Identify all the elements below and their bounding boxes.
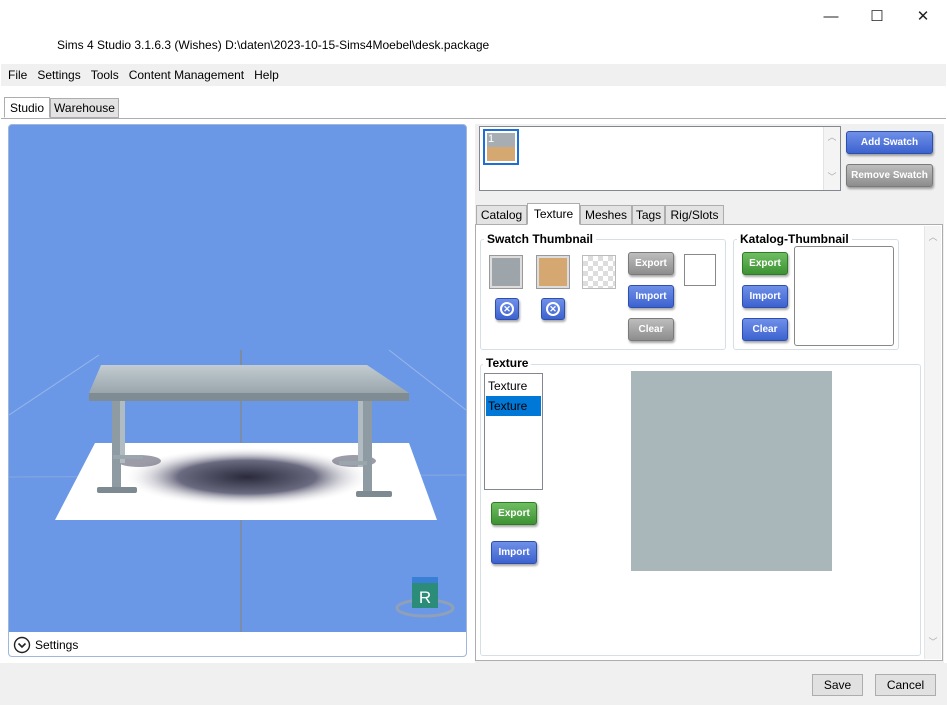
clear-circle-icon: ✕: [500, 302, 514, 316]
swatch-thumbnail-title: Swatch Thumbnail: [484, 232, 597, 246]
katalog-thumbnail-import-button[interactable]: Import: [742, 285, 788, 308]
close-button[interactable]: ✕: [900, 4, 946, 28]
save-button[interactable]: Save: [812, 674, 863, 696]
swatch-thumbnail-export-button[interactable]: Export: [628, 252, 674, 275]
tab-tags[interactable]: Tags: [632, 205, 665, 225]
texture-list[interactable]: Texture Texture: [484, 373, 543, 490]
texture-list-item-selected[interactable]: Texture: [486, 396, 541, 416]
tab-catalog[interactable]: Catalog: [476, 205, 527, 225]
maximize-button[interactable]: ☐: [854, 4, 900, 28]
swatch-list[interactable]: 1 ︿ ﹀: [479, 126, 841, 191]
menu-tools[interactable]: Tools: [91, 68, 119, 82]
menu-bar: File Settings Tools Content Management H…: [1, 64, 946, 86]
tab-texture-label: Texture: [533, 207, 574, 221]
tab-rig-slots-label: Rig/Slots: [670, 208, 719, 222]
3d-viewport[interactable]: R Settings: [8, 124, 467, 657]
scroll-down-icon[interactable]: ﹀: [925, 635, 941, 648]
swatch-item[interactable]: 1: [483, 129, 519, 165]
texture-title: Texture: [483, 356, 532, 370]
swatch-color-bottom: [487, 147, 515, 161]
title-bar: Sims 4 Studio 3.1.6.3 (Wishes) D:\daten\…: [0, 0, 947, 62]
swatch-thumbnail-clear-button[interactable]: Clear: [628, 318, 674, 341]
add-swatch-button[interactable]: Add Swatch: [846, 131, 933, 154]
close-icon: ✕: [916, 8, 930, 25]
menu-file[interactable]: File: [8, 68, 27, 82]
chevron-down-circle-icon: [13, 636, 31, 653]
texture-import-button[interactable]: Import: [491, 541, 537, 564]
katalog-thumbnail-title: Katalog-Thumbnail: [737, 232, 852, 246]
clear-circle-icon: ✕: [546, 302, 560, 316]
texture-preview: [631, 371, 832, 571]
tab-content-scrollbar[interactable]: ︿ ﹀: [924, 226, 941, 659]
tab-warehouse[interactable]: Warehouse: [50, 98, 119, 118]
viewport-settings-label: Settings: [35, 637, 79, 652]
minimize-button[interactable]: —: [808, 4, 854, 28]
menu-help[interactable]: Help: [254, 68, 279, 82]
viewport-settings-toggle[interactable]: Settings: [9, 632, 466, 656]
scroll-up-icon[interactable]: ︿: [824, 130, 840, 143]
remove-swatch-button[interactable]: Remove Swatch: [846, 164, 933, 187]
tab-studio-label: Studio: [9, 100, 45, 115]
swatch-thumbnail-color-grey[interactable]: [489, 255, 523, 289]
cancel-button[interactable]: Cancel: [875, 674, 936, 696]
texture-tab-content: ︿ ﹀ Swatch Thumbnail ✕ ✕ Export Import C…: [475, 224, 943, 661]
menu-settings[interactable]: Settings: [37, 68, 80, 82]
swatch-list-scrollbar[interactable]: ︿ ﹀: [823, 127, 840, 190]
tab-catalog-label: Catalog: [480, 208, 523, 222]
texture-list-item[interactable]: Texture: [486, 376, 541, 396]
reset-cube-label: R: [419, 588, 431, 607]
tab-texture[interactable]: Texture: [527, 203, 580, 225]
tab-rig-slots[interactable]: Rig/Slots: [665, 205, 724, 225]
katalog-thumbnail-export-button[interactable]: Export: [742, 252, 788, 275]
clear-tan-swatch-button[interactable]: ✕: [541, 298, 565, 320]
katalog-thumbnail-clear-button[interactable]: Clear: [742, 318, 788, 341]
footer-bar: [0, 663, 947, 705]
scroll-down-icon[interactable]: ﹀: [824, 170, 840, 183]
tab-warehouse-label: Warehouse: [54, 101, 115, 115]
scroll-up-icon[interactable]: ︿: [925, 230, 941, 243]
swatch-thumbnail-transparent[interactable]: [582, 255, 616, 289]
maximize-icon: ☐: [870, 8, 884, 25]
clear-grey-swatch-button[interactable]: ✕: [495, 298, 519, 320]
swatch-item-label: 1: [488, 133, 495, 145]
swatch-thumbnail-import-button[interactable]: Import: [628, 285, 674, 308]
swatch-thumbnail-color-tan[interactable]: [536, 255, 570, 289]
tab-studio[interactable]: Studio: [4, 97, 50, 118]
window-title: Sims 4 Studio 3.1.6.3 (Wishes) D:\daten\…: [57, 38, 490, 52]
menu-content-management[interactable]: Content Management: [129, 68, 244, 82]
tab-meshes[interactable]: Meshes: [580, 205, 632, 225]
minimize-icon: —: [823, 7, 839, 25]
tab-meshes-label: Meshes: [584, 208, 628, 222]
desk-3d-scene[interactable]: R: [9, 125, 466, 632]
texture-export-button[interactable]: Export: [491, 502, 537, 525]
tab-tags-label: Tags: [635, 208, 662, 222]
katalog-thumbnail-preview: [794, 246, 894, 346]
swatch-thumbnail-preview: [684, 254, 716, 286]
